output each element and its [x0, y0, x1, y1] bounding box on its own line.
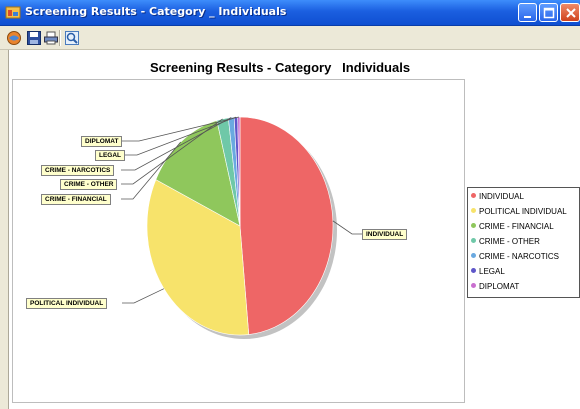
legend-item-crime-other: CRIME - OTHER: [471, 237, 540, 249]
pie-slice-individual[interactable]: [239, 116, 334, 335]
pie-label-crime-narcotics: CRIME - NARCOTICS: [41, 165, 115, 176]
chart-legend: INDIVIDUAL POLITICAL INDIVIDUAL CRIME - FI…: [467, 187, 580, 298]
legend-label: CRIME - NARCOTICS: [479, 252, 559, 261]
legend-item-political-individual: POLITICAL INDIVIDUAL: [471, 207, 567, 219]
legend-label: LEGAL: [479, 267, 505, 276]
legend-item-legal: LEGAL: [471, 267, 505, 279]
legend-swatch: [471, 208, 476, 214]
legend-label: DIPLOMAT: [479, 282, 520, 291]
legend-item-diplomat: DIPLOMAT: [471, 282, 519, 294]
legend-swatch: [471, 193, 476, 199]
legend-swatch: [471, 283, 476, 289]
pie-label-political-individual: POLITICAL INDIVIDUAL: [26, 298, 108, 309]
legend-label: INDIVIDUAL: [479, 192, 524, 201]
pie-label-crime-financial: CRIME - FINANCIAL: [41, 194, 111, 205]
legend-item-individual: INDIVIDUAL: [471, 192, 524, 204]
connector-political-individual: [122, 288, 165, 304]
legend-label: CRIME - OTHER: [479, 237, 540, 246]
pie-label-legal: LEGAL: [95, 150, 126, 161]
legend-swatch: [471, 253, 476, 259]
pie-label-crime-other: CRIME - OTHER: [60, 179, 118, 190]
legend-label: POLITICAL INDIVIDUAL: [479, 207, 567, 216]
legend-item-crime-narcotics: CRIME - NARCOTICS: [471, 252, 559, 264]
legend-swatch: [471, 268, 476, 274]
pie-label-individual: INDIVIDUAL: [362, 229, 408, 240]
legend-swatch: [471, 223, 476, 229]
legend-label: CRIME - FINANCIAL: [479, 222, 554, 231]
connector-individual: [332, 220, 362, 235]
pie-label-diplomat: DIPLOMAT: [81, 136, 123, 147]
legend-swatch: [471, 238, 476, 244]
legend-item-crime-financial: CRIME - FINANCIAL: [471, 222, 554, 234]
